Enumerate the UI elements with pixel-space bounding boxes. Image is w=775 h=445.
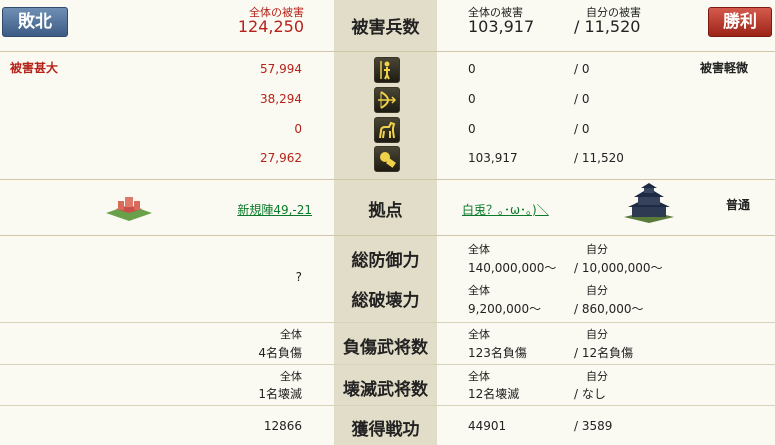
castle-image bbox=[620, 183, 678, 223]
spearman-icon bbox=[374, 57, 400, 83]
destruction-self-value: / 860,000～ bbox=[574, 302, 644, 316]
destroyed-generals-label: 壊滅武将数 bbox=[343, 380, 428, 400]
destruction-total-label: 全体 bbox=[468, 284, 490, 297]
destroyed-total-value: 12名壊滅 bbox=[468, 387, 520, 401]
defense-total-label: 全体 bbox=[468, 243, 490, 256]
total-defense-label: 総防御力 bbox=[351, 251, 420, 271]
injured-self-value: / 12名負傷 bbox=[574, 346, 634, 360]
total-destruction-label: 総破壊力 bbox=[351, 291, 420, 311]
right-unit-self: / 0 bbox=[574, 92, 590, 106]
destruction-self-label: 自分 bbox=[586, 284, 608, 297]
left-unit-loss: 0 bbox=[294, 122, 302, 136]
right-unit-total: 0 bbox=[468, 122, 476, 136]
archer-icon bbox=[374, 87, 400, 113]
left-base-link[interactable]: 新規陣49,-21 bbox=[200, 201, 312, 218]
left-destroyed-label: 全体 bbox=[280, 370, 302, 383]
injured-total-value: 123名負傷 bbox=[468, 346, 527, 360]
right-unit-total: 103,917 bbox=[468, 151, 518, 165]
defense-total-value: 140,000,000～ bbox=[468, 261, 557, 275]
merit-self-value: / 3589 bbox=[574, 419, 613, 433]
left-unit-loss: 38,294 bbox=[260, 92, 302, 106]
victory-badge: 勝利 bbox=[708, 7, 772, 37]
right-base-type: 普通 bbox=[726, 198, 751, 212]
left-total-value: 124,250 bbox=[237, 17, 304, 36]
injured-generals-label: 負傷武将数 bbox=[343, 338, 428, 358]
defense-self-value: / 10,000,000～ bbox=[574, 261, 663, 275]
destroyed-self-label: 自分 bbox=[586, 370, 608, 383]
left-injured-value: 4名負傷 bbox=[258, 346, 302, 360]
center-title: 被害兵数 bbox=[351, 18, 420, 38]
right-base-link[interactable]: 白兎？｡･ω･｡)＼ bbox=[462, 201, 549, 218]
left-merit-value: 12866 bbox=[263, 419, 302, 433]
left-defense-unknown: ? bbox=[295, 270, 302, 284]
base-label: 拠点 bbox=[368, 201, 403, 221]
defeat-badge: 敗北 bbox=[2, 7, 68, 37]
separator bbox=[0, 235, 775, 236]
destruction-total-value: 9,200,000～ bbox=[468, 302, 542, 316]
separator bbox=[0, 405, 775, 406]
siege-icon bbox=[374, 146, 400, 172]
defense-self-label: 自分 bbox=[586, 243, 608, 256]
right-unit-total: 0 bbox=[468, 62, 476, 76]
separator bbox=[0, 179, 775, 180]
right-unit-total: 0 bbox=[468, 92, 476, 106]
left-damage-status: 被害甚大 bbox=[10, 61, 59, 75]
separator bbox=[0, 322, 775, 323]
separator bbox=[0, 364, 775, 365]
right-damage-status: 被害軽微 bbox=[700, 61, 749, 75]
right-self-value: / 11,520 bbox=[574, 17, 641, 36]
destroyed-total-label: 全体 bbox=[468, 370, 490, 383]
left-unit-loss: 27,962 bbox=[260, 151, 302, 165]
right-total-value: 103,917 bbox=[468, 17, 535, 36]
left-unit-loss: 57,994 bbox=[260, 62, 302, 76]
left-injured-label: 全体 bbox=[280, 328, 302, 341]
injured-total-label: 全体 bbox=[468, 328, 490, 341]
injured-self-label: 自分 bbox=[586, 328, 608, 341]
camp-image bbox=[104, 191, 154, 223]
separator bbox=[0, 51, 775, 52]
right-unit-self: / 0 bbox=[574, 62, 590, 76]
left-destroyed-value: 1名壊滅 bbox=[258, 387, 302, 401]
cavalry-icon bbox=[374, 117, 400, 143]
merit-total-value: 44901 bbox=[468, 419, 507, 433]
merit-label: 獲得戦功 bbox=[351, 420, 420, 440]
right-unit-self: / 0 bbox=[574, 122, 590, 136]
right-unit-self: / 11,520 bbox=[574, 151, 624, 165]
destroyed-self-value: / なし bbox=[574, 387, 606, 401]
